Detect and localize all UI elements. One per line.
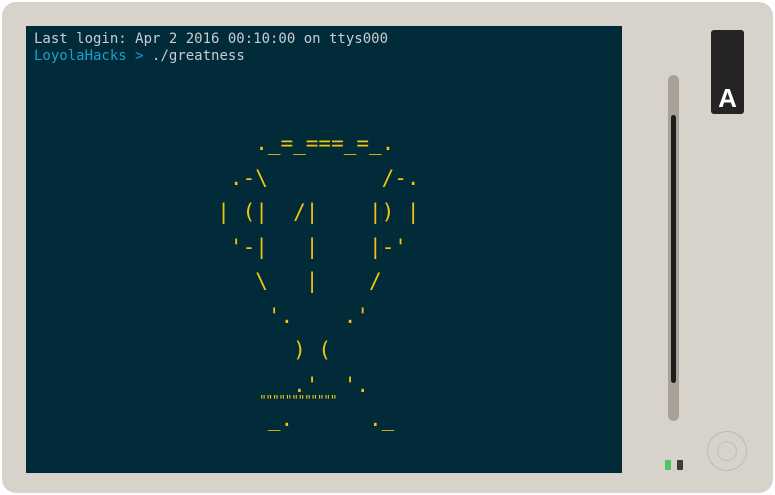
knob-center [717,441,737,461]
ascii-trophy: ._=_===_=_. .-\ /-. | (| /| |) | '-| | |… [217,131,420,431]
ascii-trophy-base: """""""""""" [259,394,338,409]
side-badge: A [711,30,744,114]
prompt-symbol: > [135,48,144,64]
device-frame: Last login: Apr 2 2016 00:10:00 on ttys0… [2,2,773,493]
scrollbar-thumb[interactable] [671,115,676,383]
scrollbar-track[interactable] [668,75,679,421]
prompt-host: LoyolaHacks [34,48,127,64]
terminal-screen[interactable]: Last login: Apr 2 2016 00:10:00 on ttys0… [26,26,622,473]
badge-letter: A [718,83,737,113]
power-led [665,460,671,470]
command-text: ./greatness [152,48,245,64]
command-line: LoyolaHacks > ./greatness [34,48,245,65]
control-knob[interactable] [707,431,747,471]
last-login-line: Last login: Apr 2 2016 00:10:00 on ttys0… [34,31,389,47]
activity-led [677,460,683,470]
